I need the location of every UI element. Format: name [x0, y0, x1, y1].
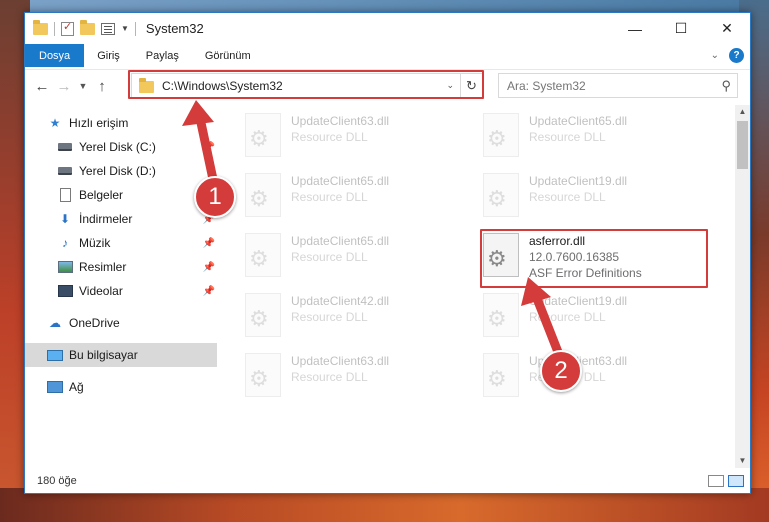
annotation-arrows — [182, 100, 563, 357]
arrow-2 — [521, 277, 563, 357]
step-2-badge: 2 — [540, 350, 582, 392]
arrow-1 — [182, 100, 219, 189]
step-1-badge: 1 — [194, 176, 236, 218]
